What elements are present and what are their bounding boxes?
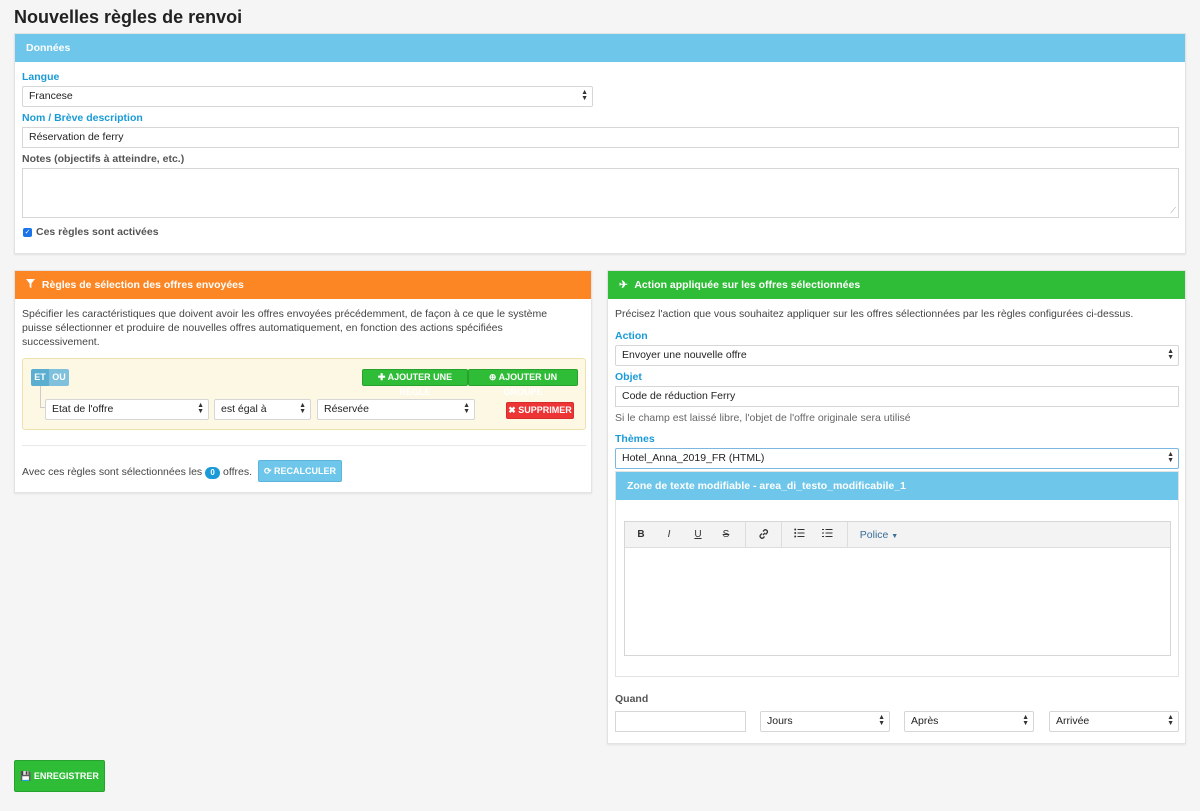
bold-button[interactable]: B: [633, 529, 649, 540]
rules-panel-header: Règles de sélection des offres envoyées: [15, 271, 591, 299]
active-label: Ces règles sont activées: [36, 226, 159, 238]
add-group-button[interactable]: ⊕ AJOUTER UN GROUPE: [468, 369, 578, 397]
strikethrough-button[interactable]: S: [718, 529, 734, 540]
reference-select[interactable]: Arrivée ▲ ▼: [1049, 711, 1179, 732]
save-label: ENREGISTRER: [33, 771, 99, 781]
rich-text-editor: B I U S Police ▼: [624, 521, 1171, 656]
editable-zone-header: Zone de texte modifiable - area_di_testo…: [616, 472, 1178, 500]
select-arrows-icon: ▲ ▼: [197, 402, 204, 415]
select-arrows-icon: ▲ ▼: [299, 402, 306, 415]
themes-select-value: Hotel_Anna_2019_FR (HTML): [622, 452, 765, 464]
data-panel-header: Données: [15, 34, 1185, 62]
caret-down-icon: ▼: [891, 533, 899, 540]
page-title: Nouvelles règles de renvoi: [14, 7, 243, 27]
plus-icon: ✚: [377, 372, 386, 382]
themes-select[interactable]: Hotel_Anna_2019_FR (HTML) ▲ ▼: [615, 448, 1179, 469]
plus-circle-icon: ⊕: [488, 372, 497, 382]
and-toggle-button[interactable]: ET: [31, 369, 49, 386]
reference-select-value: Arrivée: [1056, 715, 1090, 727]
filter-icon: [26, 271, 35, 299]
rule-value-value: Réservée: [324, 403, 369, 415]
select-arrows-icon: ▲ ▼: [1167, 451, 1174, 464]
toolbar-divider: [745, 522, 746, 547]
plane-icon: ✈: [619, 279, 628, 291]
numbered-list-icon[interactable]: [819, 528, 835, 541]
floppy-disk-icon: 💾: [20, 771, 32, 781]
language-select[interactable]: Francese ▲ ▼: [22, 86, 593, 107]
relation-select-value: Après: [911, 715, 939, 727]
recalculate-button[interactable]: ⟳ RECALCULER: [258, 460, 342, 482]
action-panel: ✈ Action appliquée sur les offres sélect…: [607, 270, 1186, 744]
rule-operator-select[interactable]: est égal à ▲ ▼: [214, 399, 311, 420]
editable-zone: Zone de texte modifiable - area_di_testo…: [615, 471, 1179, 677]
rules-description: Spécifier les caractéristiques que doive…: [22, 308, 548, 348]
font-dropdown[interactable]: Police ▼: [857, 529, 901, 541]
subject-label: Objet: [615, 371, 642, 383]
selected-suffix: offres.: [223, 466, 252, 478]
rules-panel: Règles de sélection des offres envoyées …: [14, 270, 592, 493]
name-input[interactable]: Réservation de ferry: [22, 127, 1179, 148]
recalculate-label: RECALCULER: [274, 466, 337, 476]
rules-divider: [22, 445, 586, 446]
toolbar-divider: [781, 522, 782, 547]
select-arrows-icon: ▲ ▼: [1167, 714, 1174, 727]
refresh-icon: ⟳: [263, 466, 272, 476]
add-rule-label: AJOUTER UNE RÈGLE: [387, 372, 453, 397]
action-select-value: Envoyer une nouvelle offre: [622, 349, 747, 361]
save-button[interactable]: 💾 ENREGISTRER: [14, 760, 105, 792]
toolbar-divider: [847, 522, 848, 547]
selected-count-text: Avec ces règles sont sélectionnées les 0…: [22, 465, 252, 479]
rule-field-select[interactable]: Etat de l'offre ▲ ▼: [45, 399, 209, 420]
italic-button[interactable]: I: [661, 529, 677, 540]
rule-builder: ET OU ✚ AJOUTER UNE RÈGLE ⊕ AJOUTER UN G…: [22, 358, 586, 430]
or-toggle-button[interactable]: OU: [49, 369, 69, 386]
data-panel: Données Langue Francese ▲ ▼ Nom / Brève d…: [14, 33, 1186, 254]
add-group-label: AJOUTER UN GROUPE: [498, 372, 558, 397]
notes-label: Notes (objectifs à atteindre, etc.): [22, 153, 185, 165]
select-arrows-icon: ▲ ▼: [1167, 348, 1174, 361]
rule-operator-value: est égal à: [221, 403, 267, 415]
editor-toolbar: B I U S Police ▼: [625, 522, 1170, 548]
name-label: Nom / Brève description: [22, 112, 143, 124]
close-icon: ✖: [508, 405, 516, 415]
relation-select[interactable]: Après ▲ ▼: [904, 711, 1034, 732]
when-label: Quand: [615, 693, 649, 705]
rules-panel-title: Règles de sélection des offres envoyées: [41, 279, 244, 291]
action-label: Action: [615, 330, 648, 342]
when-input[interactable]: [615, 711, 746, 732]
unit-select-value: Jours: [767, 715, 793, 727]
action-panel-title: Action appliquée sur les offres sélectio…: [634, 279, 861, 291]
action-description: Précisez l'action que vous souhaitez app…: [615, 308, 1134, 320]
select-arrows-icon: ▲ ▼: [878, 714, 885, 727]
themes-label: Thèmes: [615, 433, 655, 445]
active-checkbox[interactable]: ✓: [23, 228, 32, 237]
rule-value-select[interactable]: Réservée ▲ ▼: [317, 399, 475, 420]
language-label: Langue: [22, 71, 60, 83]
notes-textarea[interactable]: ⟋: [22, 168, 1179, 218]
link-icon[interactable]: [755, 528, 773, 543]
select-arrows-icon: ▲ ▼: [463, 402, 470, 415]
font-dropdown-label: Police: [859, 529, 889, 541]
action-select[interactable]: Envoyer une nouvelle offre ▲ ▼: [615, 345, 1179, 366]
language-select-value: Francese: [29, 90, 73, 102]
select-arrows-icon: ▲ ▼: [581, 89, 588, 102]
add-rule-button[interactable]: ✚ AJOUTER UNE RÈGLE: [362, 369, 468, 397]
select-arrows-icon: ▲ ▼: [1022, 714, 1029, 727]
unit-select[interactable]: Jours ▲ ▼: [760, 711, 890, 732]
rule-field-value: Etat de l'offre: [52, 403, 114, 415]
delete-rule-button[interactable]: ✖ SUPPRIMER: [506, 402, 574, 419]
bullet-list-icon[interactable]: [791, 528, 807, 541]
subject-help: Si le champ est laissé libre, l'objet de…: [615, 412, 911, 424]
subject-input[interactable]: Code de réduction Ferry: [615, 386, 1179, 407]
action-panel-header: ✈ Action appliquée sur les offres sélect…: [608, 271, 1185, 299]
resize-handle-icon[interactable]: ⟋: [1170, 206, 1176, 216]
selected-prefix: Avec ces règles sont sélectionnées les: [22, 466, 203, 478]
delete-rule-label: SUPPRIMER: [518, 405, 572, 415]
underline-button[interactable]: U: [690, 529, 706, 540]
selected-count-badge: 0: [205, 467, 221, 479]
